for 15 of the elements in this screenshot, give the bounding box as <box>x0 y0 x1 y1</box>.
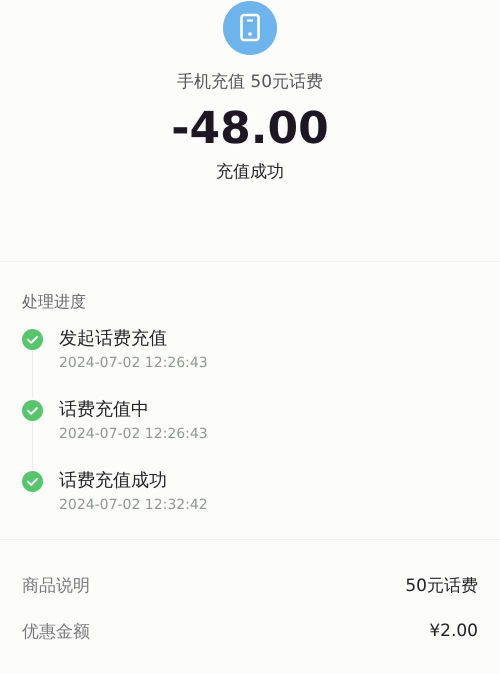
order-title: 手机充值 50元话费 <box>176 71 324 93</box>
step-label: 发起话费充值 <box>59 327 168 351</box>
step-time: 2024-07-02 12:26:43 <box>59 425 208 443</box>
status-text: 充值成功 <box>216 161 284 183</box>
detail-label: 优惠金额 <box>22 620 90 642</box>
detail-label: 商品说明 <box>22 574 90 596</box>
step-label: 话费充值中 <box>59 398 150 422</box>
phone-icon <box>223 1 277 55</box>
detail-value: 50元话费 <box>405 574 478 596</box>
section-title: 处理进度 <box>22 291 87 313</box>
amount: -48.00 <box>171 103 329 155</box>
step-label: 话费充值成功 <box>59 469 168 493</box>
detail-value: ¥2.00 <box>429 621 478 641</box>
step-time: 2024-07-02 12:32:42 <box>59 496 208 514</box>
step-time: 2024-07-02 12:26:43 <box>59 354 208 372</box>
